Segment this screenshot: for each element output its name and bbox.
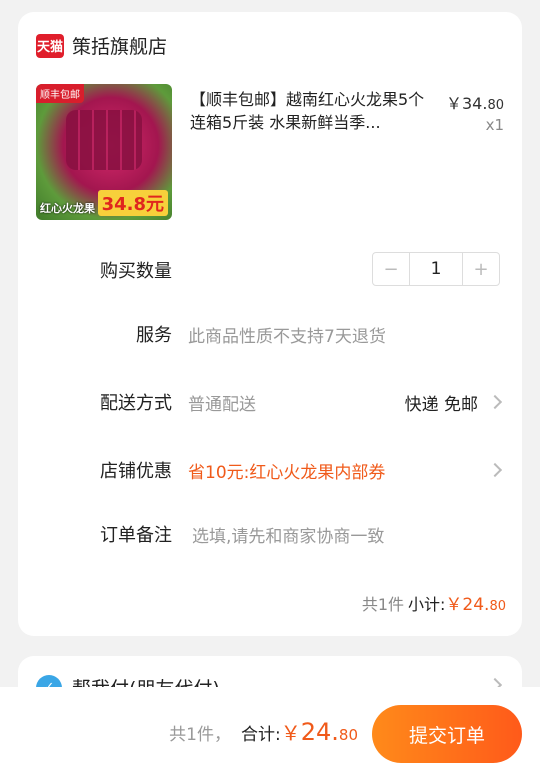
subtotal-decimal: 80 xyxy=(489,599,506,614)
subtotal: 共1件 小计:￥24.80 xyxy=(362,590,506,615)
image-tag: 顺丰包邮 xyxy=(36,84,84,103)
subtotal-count: 共1件 xyxy=(361,595,404,614)
total: 共1件， 合计:￥24.80 xyxy=(169,717,358,746)
delivery-fee: 快递 免邮 xyxy=(404,394,478,415)
decrement-button[interactable]: − xyxy=(373,253,409,285)
service-value: 此商品性质不支持7天退货 xyxy=(188,326,386,347)
image-product-name: 红心火龙果 xyxy=(40,202,95,215)
service-row: 服务 此商品性质不支持7天退货 xyxy=(18,314,522,354)
bottom-bar: 共1件， 合计:￥24.80 提交订单 xyxy=(0,687,540,769)
coupon-row[interactable]: 店铺优惠 省10元:红心火龙果内部券 xyxy=(18,450,522,490)
total-symbol: ￥ xyxy=(280,721,301,745)
product-quantity: x1 xyxy=(485,116,504,134)
total-count: 共1件， xyxy=(169,725,231,745)
chevron-right-icon[interactable] xyxy=(487,394,503,410)
increment-button[interactable]: + xyxy=(463,253,499,285)
coupon-label: 店铺优惠 xyxy=(100,461,172,482)
note-input[interactable]: 选填,请先和商家协商一致 xyxy=(192,522,384,547)
product-title[interactable]: 【顺丰包邮】越南红心火龙果5个连箱5斤装 水果新鲜当季... xyxy=(190,88,438,134)
quantity-stepper[interactable]: − 1 + xyxy=(372,252,500,286)
price-main: 34. xyxy=(462,94,488,113)
delivery-label: 配送方式 xyxy=(100,393,172,414)
submit-order-button[interactable]: 提交订单 xyxy=(372,705,522,763)
delivery-row[interactable]: 配送方式 普通配送 快递 免邮 xyxy=(18,382,522,422)
price-symbol: ￥ xyxy=(445,94,462,113)
product-price: ￥34.80 xyxy=(446,90,504,114)
subtotal-amount: ￥24.80 xyxy=(445,595,506,615)
price-decimal: 80 xyxy=(487,98,504,113)
total-amount: ￥24.80 xyxy=(280,718,358,746)
image-footer: 红心火龙果 34.8元 xyxy=(36,186,172,220)
store-name[interactable]: 策括旗舰店 xyxy=(72,32,167,59)
quantity-input[interactable]: 1 xyxy=(409,253,463,285)
subtotal-label: 小计: xyxy=(408,595,446,614)
subtotal-symbol: ￥ xyxy=(445,595,463,615)
service-label: 服务 xyxy=(136,325,172,346)
note-row[interactable]: 订单备注 选填,请先和商家协商一致 xyxy=(18,514,522,554)
coupon-value: 省10元:红心火龙果内部券 xyxy=(188,462,386,483)
product-image[interactable]: 顺丰包邮 红心火龙果 34.8元 xyxy=(36,84,172,220)
chevron-right-icon[interactable] xyxy=(487,462,503,478)
note-label: 订单备注 xyxy=(100,525,172,546)
image-price: 34.8元 xyxy=(97,190,168,216)
quantity-label: 购买数量 xyxy=(100,261,172,282)
dragon-fruit-graphic xyxy=(66,110,142,170)
delivery-value: 普通配送 xyxy=(188,394,256,415)
total-label: 合计: xyxy=(241,725,281,745)
tmall-logo-icon: 天猫 xyxy=(36,33,64,58)
total-decimal: 80 xyxy=(338,726,358,744)
subtotal-main: 24. xyxy=(462,595,490,615)
store-header[interactable]: 天猫 策括旗舰店 xyxy=(36,32,167,59)
order-card: 天猫 策括旗舰店 顺丰包邮 红心火龙果 34.8元 【顺丰包邮】越南红心火龙果5… xyxy=(18,12,522,636)
total-main: 24. xyxy=(300,718,339,746)
